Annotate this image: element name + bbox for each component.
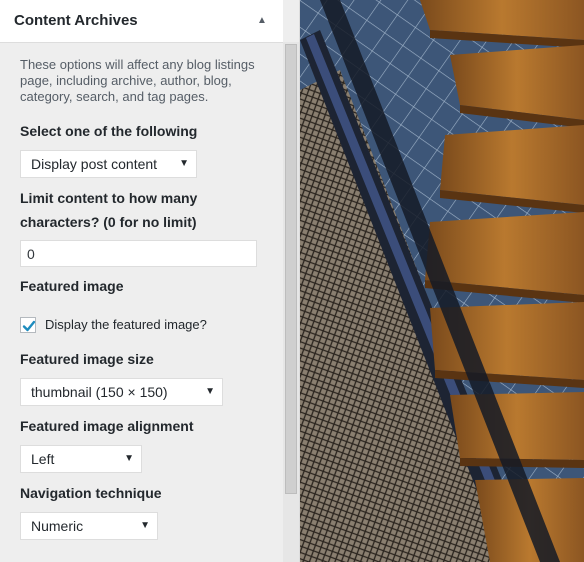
- featured-size-value: thumbnail (150 × 150): [31, 384, 168, 400]
- scrollbar-thumb[interactable]: [285, 44, 297, 494]
- display-featured-checkbox[interactable]: [20, 317, 36, 333]
- staircase-photo: [300, 0, 584, 562]
- limit-input-value: 0: [27, 246, 35, 262]
- select-label: Select one of the following: [20, 123, 198, 139]
- triangle-down-icon: ▼: [124, 453, 134, 464]
- featured-image-label: Featured image: [20, 278, 124, 294]
- section-header[interactable]: Content Archives ▲: [0, 0, 283, 43]
- featured-size-select[interactable]: thumbnail (150 × 150) ▼: [20, 378, 223, 406]
- triangle-down-icon: ▼: [140, 520, 150, 531]
- limit-input[interactable]: 0: [20, 240, 257, 267]
- customizer-panel: Content Archives ▲ These options will af…: [0, 0, 300, 562]
- triangle-up-icon[interactable]: ▲: [257, 12, 267, 30]
- site-preview-image: [300, 0, 584, 562]
- featured-size-label: Featured image size: [20, 351, 154, 367]
- section-description: These options will affect any blog listi…: [20, 57, 255, 104]
- content-select-value: Display post content: [31, 156, 158, 172]
- limit-label-line2: characters? (0 for no limit): [20, 214, 197, 230]
- display-featured-label[interactable]: Display the featured image?: [45, 317, 207, 333]
- triangle-down-icon: ▼: [205, 386, 215, 397]
- section-content: These options will affect any blog listi…: [0, 43, 283, 562]
- triangle-down-icon: ▼: [179, 158, 189, 169]
- scrollbar[interactable]: [283, 42, 299, 562]
- navigation-select[interactable]: Numeric ▼: [20, 512, 158, 540]
- featured-alignment-select[interactable]: Left ▼: [20, 445, 142, 473]
- content-select[interactable]: Display post content ▼: [20, 150, 197, 178]
- navigation-label: Navigation technique: [20, 485, 162, 501]
- navigation-value: Numeric: [31, 518, 84, 534]
- featured-alignment-value: Left: [31, 451, 55, 467]
- featured-alignment-label: Featured image alignment: [20, 418, 194, 434]
- checkmark-icon: [22, 320, 36, 332]
- section-title: Content Archives: [14, 12, 138, 29]
- limit-label-line1: Limit content to how many: [20, 190, 198, 206]
